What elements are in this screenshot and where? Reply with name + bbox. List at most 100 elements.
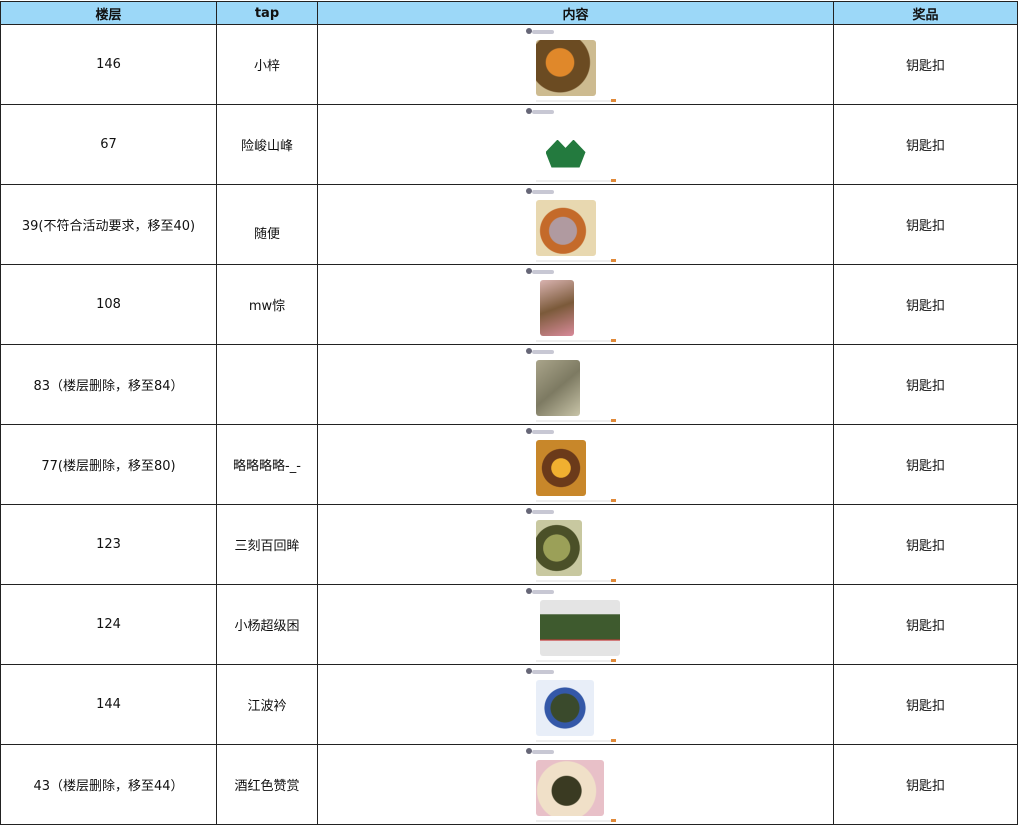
post-header (531, 29, 554, 34)
post-footer (535, 579, 616, 582)
avatar (525, 667, 532, 674)
tap-cell: 随便 (216, 184, 318, 265)
post-header (531, 509, 554, 514)
zongzi-photo (539, 279, 574, 336)
tap-label: 略略略略-_- (233, 459, 301, 474)
zongzi-photo (535, 119, 596, 176)
like-icon (610, 658, 616, 662)
post-header (531, 189, 554, 194)
post-screenshot-thumbnail[interactable] (525, 107, 626, 182)
content-cell (317, 264, 834, 345)
floor-cell: 43（楼层删除，移至44） (0, 744, 217, 825)
post-header (531, 669, 554, 674)
tap-label: 小梓 (253, 59, 280, 74)
like-icon (610, 418, 616, 422)
tap-cell: 江波衿 (216, 664, 318, 745)
table-row: 67 险峻山峰 钥匙扣 (0, 104, 1018, 185)
prize-cell: 钥匙扣 (833, 424, 1018, 505)
tap-cell: 酒红色赞赏 (216, 744, 318, 825)
table-header-row: 楼层 tap 内容 奖品 (0, 1, 1018, 25)
tap-label: 酒红色赞赏 (234, 779, 300, 794)
header-content: 内容 (317, 1, 834, 25)
table-row: 108 mw悰 钥匙扣 (0, 264, 1018, 345)
tap-cell (216, 344, 318, 425)
post-screenshot-thumbnail[interactable] (525, 187, 626, 262)
prize-cell: 钥匙扣 (833, 184, 1018, 265)
content-cell (317, 744, 834, 825)
tap-cell: 小梓 (216, 24, 318, 105)
avatar (525, 107, 532, 114)
zongzi-photo (535, 519, 582, 576)
table-row: 43（楼层删除，移至44） 酒红色赞赏 钥匙扣 (0, 744, 1018, 825)
prize-cell: 钥匙扣 (833, 584, 1018, 665)
like-icon (610, 578, 616, 582)
content-cell (317, 104, 834, 185)
floor-cell: 77(楼层删除，移至80) (0, 424, 217, 505)
table-row: 83（楼层删除，移至84） 钥匙扣 (0, 344, 1018, 425)
post-header (531, 349, 554, 354)
tap-label: 险峻山峰 (240, 139, 293, 154)
tap-cell: 险峻山峰 (216, 104, 318, 185)
post-screenshot-thumbnail[interactable] (525, 27, 626, 102)
like-icon (610, 178, 616, 182)
zongzi-photo (535, 359, 580, 416)
post-screenshot-thumbnail[interactable] (525, 347, 626, 422)
prize-cell: 钥匙扣 (833, 264, 1018, 345)
content-cell (317, 184, 834, 265)
like-icon (610, 818, 616, 822)
content-cell (317, 24, 834, 105)
zongzi-photo (535, 679, 594, 736)
like-icon (610, 498, 616, 502)
post-footer (535, 339, 616, 342)
prize-cell: 钥匙扣 (833, 504, 1018, 585)
post-footer (535, 659, 616, 662)
post-header (531, 749, 554, 754)
header-floor: 楼层 (0, 1, 217, 25)
table-row: 144 江波衿 钥匙扣 (0, 664, 1018, 745)
tap-label: 小杨超级困 (234, 619, 300, 634)
post-header (531, 109, 554, 114)
tap-cell: 小杨超级困 (216, 584, 318, 665)
post-screenshot-thumbnail[interactable] (525, 587, 626, 662)
floor-cell: 39(不符合活动要求，移至40) (0, 184, 217, 265)
post-screenshot-thumbnail[interactable] (525, 747, 626, 822)
tap-label: mw悰 (248, 299, 286, 314)
content-cell (317, 584, 834, 665)
tap-label: 三刻百回眸 (234, 539, 300, 554)
avatar (525, 747, 532, 754)
avatar (525, 427, 532, 434)
zongzi-photo (539, 599, 620, 656)
post-header (531, 429, 554, 434)
prize-cell: 钥匙扣 (833, 664, 1018, 745)
content-cell (317, 504, 834, 585)
avatar (525, 347, 532, 354)
post-footer (535, 499, 616, 502)
post-screenshot-thumbnail[interactable] (525, 427, 626, 502)
prize-cell: 钥匙扣 (833, 744, 1018, 825)
table-row: 123 三刻百回眸 钥匙扣 (0, 504, 1018, 585)
post-screenshot-thumbnail[interactable] (525, 507, 626, 582)
floor-cell: 83（楼层删除，移至84） (0, 344, 217, 425)
floor-cell: 123 (0, 504, 217, 585)
post-footer (535, 179, 616, 182)
header-tap: tap (216, 1, 318, 25)
avatar (525, 507, 532, 514)
like-icon (610, 258, 616, 262)
post-screenshot-thumbnail[interactable] (525, 667, 626, 742)
tap-cell: mw悰 (216, 264, 318, 345)
post-screenshot-thumbnail[interactable] (525, 267, 626, 342)
avatar (525, 587, 532, 594)
floor-cell: 146 (0, 24, 217, 105)
table-row: 146 小梓 钥匙扣 (0, 24, 1018, 105)
avatar (525, 27, 532, 34)
avatar (525, 187, 532, 194)
tap-cell: 略略略略-_- (216, 424, 318, 505)
post-header (531, 269, 554, 274)
tap-label: 江波衿 (247, 699, 287, 714)
header-prize: 奖品 (833, 1, 1018, 25)
content-cell (317, 424, 834, 505)
table-row: 77(楼层删除，移至80) 略略略略-_- 钥匙扣 (0, 424, 1018, 505)
zongzi-photo (535, 439, 586, 496)
tap-label: 随便 (253, 227, 280, 242)
post-footer (535, 99, 616, 102)
